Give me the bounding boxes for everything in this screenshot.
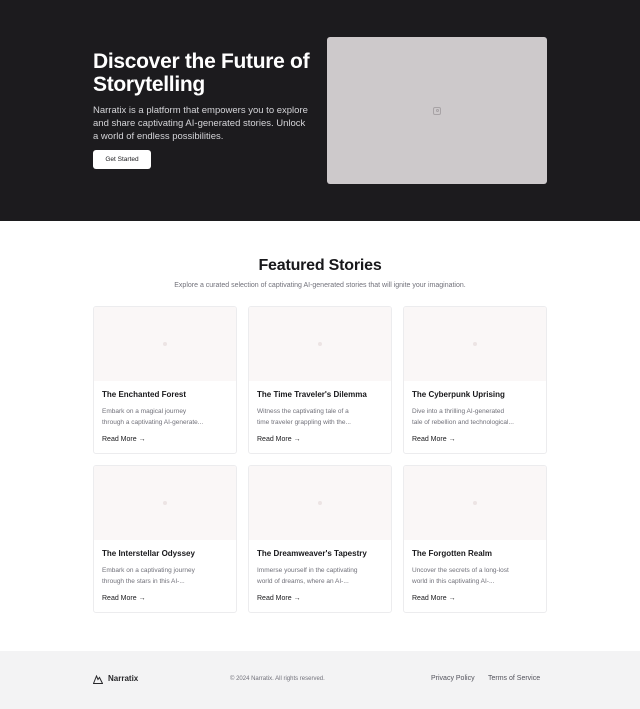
story-description-line: Immerse yourself in the captivating — [257, 567, 358, 574]
get-started-button[interactable]: Get Started — [93, 150, 151, 169]
story-title: The Forgotten Realm — [412, 549, 493, 558]
read-more-link[interactable]: Read More → — [102, 436, 146, 443]
story-title: The Enchanted Forest — [102, 390, 187, 399]
story-description: Uncover the secrets of a long-lost world… — [412, 565, 540, 587]
image-placeholder-icon — [318, 342, 322, 346]
footer-brand: Narratix — [108, 674, 139, 683]
mountain-logo-icon — [93, 675, 103, 684]
image-placeholder-icon — [433, 106, 441, 115]
terms-of-service-link[interactable]: Terms of Service — [488, 675, 540, 682]
section-subtitle: Explore a curated selection of captivati… — [174, 282, 466, 289]
story-image — [249, 307, 391, 381]
story-description-line: world in this captivating AI-... — [412, 578, 495, 585]
image-placeholder-icon — [318, 501, 322, 505]
story-description-line: world of dreams, where an AI-... — [257, 578, 349, 585]
footer: Narratix © 2024 Narratix. All rights res… — [0, 651, 640, 709]
image-placeholder-icon — [163, 342, 167, 346]
story-description: Dive into a thrilling AI-generated tale … — [412, 406, 540, 428]
story-title: The Dreamweaver's Tapestry — [257, 549, 367, 558]
read-more-link[interactable]: Read More → — [412, 436, 456, 443]
story-title: The Cyberpunk Uprising — [412, 390, 505, 399]
hero-image — [327, 37, 547, 184]
read-more-link[interactable]: Read More → — [412, 595, 456, 602]
story-description-line: through the stars in this AI-... — [102, 578, 185, 585]
story-card[interactable]: The Cyberpunk Uprising Dive into a thril… — [403, 306, 547, 454]
story-description-line: through a captivating AI-generate... — [102, 419, 204, 426]
story-card[interactable]: The Forgotten Realm Uncover the secrets … — [403, 465, 547, 613]
hero-section: Discover the Future of Storytelling Narr… — [0, 0, 640, 221]
story-image — [94, 466, 236, 540]
story-card[interactable]: The Time Traveler's Dilemma Witness the … — [248, 306, 392, 454]
story-image — [249, 466, 391, 540]
read-more-link[interactable]: Read More → — [257, 595, 301, 602]
image-placeholder-icon — [163, 501, 167, 505]
story-image — [404, 307, 546, 381]
story-description-line: Uncover the secrets of a long-lost — [412, 567, 509, 574]
story-description: Immerse yourself in the captivating worl… — [257, 565, 385, 587]
story-card[interactable]: The Enchanted Forest Embark on a magical… — [93, 306, 237, 454]
story-description-line: Witness the captivating tale of a — [257, 408, 349, 415]
section-title: Featured Stories — [258, 257, 382, 274]
story-description-line: time traveler grappling with the... — [257, 419, 351, 426]
hero-title: Discover the Future of Storytelling — [93, 50, 310, 96]
story-description: Embark on a magical journey through a ca… — [102, 406, 230, 428]
story-card[interactable]: The Interstellar Odyssey Embark on a cap… — [93, 465, 237, 613]
story-description: Witness the captivating tale of a time t… — [257, 406, 385, 428]
story-image — [94, 307, 236, 381]
story-title: The Time Traveler's Dilemma — [257, 390, 367, 399]
story-image — [404, 466, 546, 540]
story-title: The Interstellar Odyssey — [102, 549, 195, 558]
privacy-policy-link[interactable]: Privacy Policy — [431, 675, 475, 682]
hero-description: Narratix is a platform that empowers you… — [93, 105, 308, 142]
story-description-line: Embark on a captivating journey — [102, 567, 195, 574]
story-description-line: Embark on a magical journey — [102, 408, 187, 415]
story-description: Embark on a captivating journey through … — [102, 565, 230, 587]
story-description-line: Dive into a thrilling AI-generated — [412, 408, 505, 415]
story-card[interactable]: The Dreamweaver's Tapestry Immerse yours… — [248, 465, 392, 613]
read-more-link[interactable]: Read More → — [257, 436, 301, 443]
story-description-line: tale of rebellion and technological... — [412, 419, 514, 426]
read-more-link[interactable]: Read More → — [102, 595, 146, 602]
copyright-text: © 2024 Narratix. All rights reserved. — [230, 676, 325, 682]
image-placeholder-icon — [473, 342, 477, 346]
image-placeholder-icon — [473, 501, 477, 505]
